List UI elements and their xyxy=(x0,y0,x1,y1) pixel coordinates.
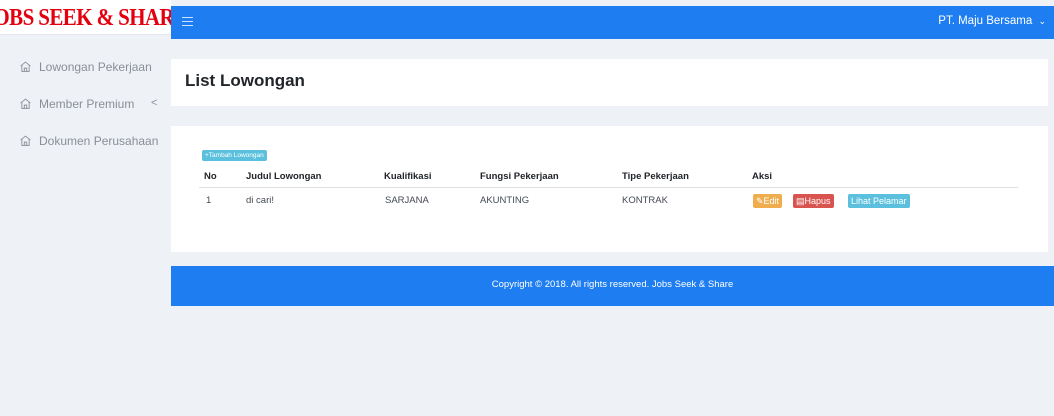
column-header-tipe-pekerjaan: Tipe Pekerjaan xyxy=(622,171,689,182)
delete-button[interactable]: ▤Hapus xyxy=(793,194,834,208)
delete-label: Hapus xyxy=(804,196,831,206)
footer: Copyright © 2018. All rights reserved. J… xyxy=(171,266,1054,306)
cell-fungsi-pekerjaan: AKUNTING xyxy=(480,195,530,206)
hamburger-icon[interactable] xyxy=(182,17,193,26)
sidebar-nav: Lowongan Pekerjaan Member Premium < Doku… xyxy=(0,48,171,159)
top-navbar: PT. Maju Bersama ⌄ xyxy=(171,6,1054,39)
column-header-judul-lowongan: Judul Lowongan xyxy=(246,171,322,182)
add-job-button[interactable]: +Tambah Lowongan xyxy=(202,150,267,161)
column-header-no: No xyxy=(204,171,217,182)
table-header-divider xyxy=(199,187,1018,188)
user-name[interactable]: PT. Maju Bersama xyxy=(938,15,1032,27)
column-header-kualifikasi: Kualifikasi xyxy=(384,171,432,182)
view-applicants-button[interactable]: Lihat Pelamar xyxy=(848,194,910,208)
jobs-table-card: +Tambah Lowongan No Judul Lowongan Kuali… xyxy=(171,126,1048,252)
column-header-aksi: Aksi xyxy=(752,171,773,182)
edit-button[interactable]: ✎Edit xyxy=(753,194,783,208)
chevron-left-icon[interactable]: < xyxy=(151,97,157,109)
chevron-down-icon[interactable]: ⌄ xyxy=(1038,16,1046,27)
column-header-fungsi-pekerjaan: Fungsi Pekerjaan xyxy=(480,171,559,182)
edit-icon: ✎ xyxy=(756,196,764,206)
cell-judul-lowongan: di cari! xyxy=(246,195,274,206)
sidebar: Jobs Seek & Share Lowongan Pekerjaan Mem… xyxy=(0,0,188,416)
sidebar-item-label: Lowongan Pekerjaan xyxy=(39,59,152,74)
brand-logo[interactable]: Jobs Seek & Share xyxy=(0,0,188,35)
logo-text[interactable]: Jobs Seek & Share xyxy=(0,3,188,32)
page-header: List Lowongan xyxy=(171,59,1048,106)
cell-no: 1 xyxy=(206,195,212,206)
sidebar-item-label: Dokumen Perusahaan xyxy=(39,133,159,148)
footer-copyright: Copyright © 2018. All rights reserved. J… xyxy=(491,279,734,290)
home-icon xyxy=(20,61,31,72)
cell-kualifikasi: SARJANA xyxy=(385,195,429,206)
sidebar-item-label: Member Premium xyxy=(39,96,135,111)
trash-icon: ▤ xyxy=(796,196,805,206)
edit-label: Edit xyxy=(763,196,780,206)
sidebar-item-dokumen-perusahaan[interactable]: Dokumen Perusahaan xyxy=(0,122,171,159)
sidebar-item-lowongan-pekerjaan[interactable]: Lowongan Pekerjaan xyxy=(0,48,171,85)
user-menu[interactable]: PT. Maju Bersama ⌄ xyxy=(938,15,1046,27)
home-icon xyxy=(20,135,31,146)
page-title: List Lowongan xyxy=(185,71,305,90)
home-icon xyxy=(20,98,31,109)
cell-tipe-pekerjaan: KONTRAK xyxy=(622,195,668,206)
sidebar-item-member-premium[interactable]: Member Premium < xyxy=(0,85,171,122)
